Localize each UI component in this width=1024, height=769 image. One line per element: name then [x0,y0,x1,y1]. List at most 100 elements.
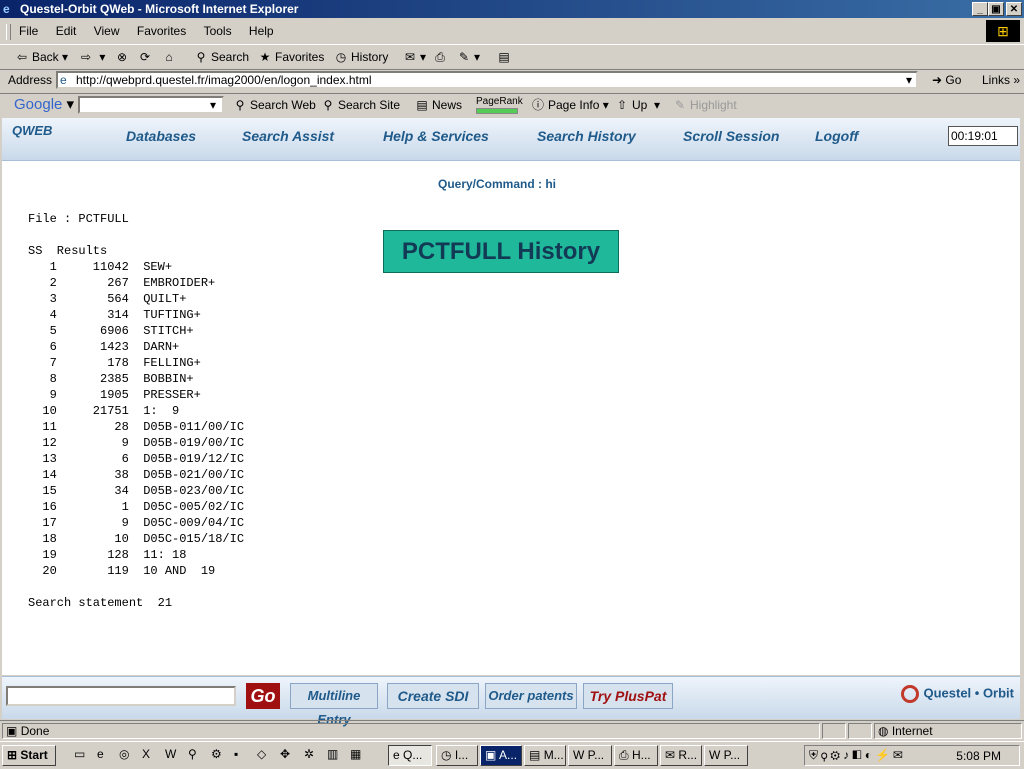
quicklaunch-word-icon[interactable]: W [165,747,176,761]
result-row: 5 6906 STITCH+ [28,324,194,338]
windows-flag-icon: ⊞ [7,748,18,762]
order-patents-button[interactable]: Order patents [485,683,577,709]
result-row: 13 6 D05B-019/12/IC [28,452,245,466]
up-button[interactable]: ⇧ Up ▾ [614,96,660,114]
status-pane-1 [822,723,846,739]
quicklaunch-search-icon[interactable]: ⚲ [188,747,197,761]
favorites-button[interactable]: ★ Favorites [257,48,325,66]
file-label: File : PCTFULL [28,212,129,226]
quicklaunch-gear-icon[interactable]: ⚙ [211,747,222,761]
google-search-input[interactable] [78,96,224,114]
address-dropdown-icon[interactable]: ▾ [906,73,912,87]
refresh-button[interactable]: ⟳ [137,48,155,66]
menu-tools[interactable]: Tools [197,22,239,40]
google-search-dropdown-icon[interactable]: ▾ [210,98,216,112]
status-bar: ▣ Done ◍ Internet [0,720,1024,741]
try-pluspat-button[interactable]: Try PlusPat [583,683,673,709]
task-item-6[interactable]: ⎙ H... [614,745,658,766]
nav-databases[interactable]: Databases [126,128,196,144]
qweb-logo[interactable]: QWEB [12,123,52,138]
quicklaunch-excel-icon[interactable]: X [142,747,150,761]
info-icon: ⓘ [531,98,544,112]
search-statement: Search statement 21 [28,596,173,610]
edit-button[interactable]: ✎ ▾ [456,48,480,66]
status-text-pane: ▣ Done [2,723,820,739]
quicklaunch-books-icon[interactable]: ▥ [327,747,338,761]
nav-search-assist[interactable]: Search Assist [242,128,334,144]
home-button[interactable]: ⌂ [161,48,179,66]
taskbar: ⊞ Start ▭ e ◎ X W ⚲ ⚙ ▪ ◇ ✥ ✲ ▥ ▦ e Q...… [0,741,1024,769]
menu-view[interactable]: View [87,22,127,40]
quicklaunch-network-icon[interactable]: ✥ [280,747,290,761]
task-item-4[interactable]: ▤ M... [524,745,566,766]
print-button[interactable]: ⎙ [432,48,450,66]
result-row: 12 9 D05B-019/00/IC [28,436,245,450]
address-input[interactable]: e http://qwebprd.questel.fr/imag2000/en/… [56,71,918,89]
site-search-icon: ⚲ [323,98,333,112]
tray-icons[interactable]: ⛨⚲⚙♪◧◐⚡✉ [809,748,906,763]
qweb-nav-bar: QWEB Databases Search Assist Help & Serv… [2,118,1020,161]
stop-button[interactable]: ⊗ [114,48,132,66]
menu-edit[interactable]: Edit [49,22,84,40]
links-button[interactable]: Links » [982,73,1020,87]
mail-button[interactable]: ✉ ▾ [402,48,426,66]
google-logo-button[interactable]: Google ▾ [14,95,74,113]
menu-bar: File Edit View Favorites Tools Help [0,22,1024,42]
go-button[interactable]: ➜ Go [932,73,961,87]
back-button[interactable]: ⇦ Back ▾ [14,48,68,66]
menu-file[interactable]: File [12,22,45,40]
command-input[interactable] [6,686,236,706]
result-row: 7 178 FELLING+ [28,356,201,370]
address-label: Address [8,73,53,87]
result-row: 3 564 QUILT+ [28,292,187,306]
create-sdi-button[interactable]: Create SDI [387,683,479,709]
quicklaunch-ie-icon[interactable]: e [97,747,104,761]
toolbar-grip [6,24,11,40]
clock[interactable]: 5:08 PM [956,749,1001,763]
maximize-button[interactable]: ▣ [988,2,1004,16]
multiline-entry-button[interactable]: Multiline Entry [290,683,378,727]
menu-help[interactable]: Help [242,22,281,40]
forward-button[interactable]: ⇨ ▾ [78,48,105,66]
window-title: Questel-Orbit QWeb - Microsoft Internet … [20,2,299,16]
standard-toolbar: ⇦ Back ▾ ⇨ ▾ ⊗ ⟳ ⌂ ⚲ Search ★ Favorites ◷ Hi… [0,44,1024,70]
task-item-8[interactable]: W P... [704,745,748,766]
pagerank-indicator: PageRank [476,96,523,114]
stop-icon: ⊗ [116,50,128,64]
quicklaunch-tool-icon[interactable]: ✲ [304,747,314,761]
quicklaunch-cmd-icon[interactable]: ▪ [234,747,238,761]
close-button[interactable]: ✕ [1006,2,1022,16]
page-done-icon: ▣ [6,724,18,738]
history-button[interactable]: ◷ History [333,48,389,66]
task-item-3[interactable]: ▣ A... [480,745,522,766]
minimize-button[interactable]: _ [972,2,988,16]
address-url: http://qwebprd.questel.fr/imag2000/en/lo… [76,73,372,87]
task-questel-ie[interactable]: e Q... [388,745,432,766]
query-command: Query/Command : hi [438,177,557,191]
task-item-7[interactable]: ✉ R... [660,745,702,766]
highlight-button[interactable]: ✎ Highlight [672,96,737,114]
go-arrow-icon: ➜ [932,73,943,87]
command-go-button[interactable]: Go [246,683,280,709]
page-info-button[interactable]: ⓘ Page Info ▾ [530,96,609,114]
nav-search-history[interactable]: Search History [537,128,636,144]
quicklaunch-app-icon[interactable]: ◇ [257,747,266,761]
discuss-button[interactable]: ▤ [496,48,514,66]
search-site-button[interactable]: ⚲ Search Site [320,96,400,114]
search-button[interactable]: ⚲ Search [193,48,249,66]
quicklaunch-media-icon[interactable]: ▦ [350,747,361,761]
quicklaunch-desktop-icon[interactable]: ▭ [74,747,85,761]
news-button[interactable]: ▤ News [414,96,462,114]
questel-ring-icon [901,685,920,703]
results-listing: File : PCTFULL SS Results 1 11042 SEW+ 2… [28,211,244,611]
menu-favorites[interactable]: Favorites [130,22,193,40]
task-item-5[interactable]: W P... [568,745,612,766]
nav-logoff[interactable]: Logoff [815,128,858,144]
result-row: 14 38 D05B-021/00/IC [28,468,245,482]
nav-scroll-session[interactable]: Scroll Session [683,128,779,144]
quicklaunch-outlook-icon[interactable]: ◎ [119,747,129,761]
search-web-button[interactable]: ⚲ Search Web [232,96,316,114]
task-item-2[interactable]: ◷ I... [436,745,478,766]
start-button[interactable]: ⊞ Start [2,745,56,766]
nav-help-services[interactable]: Help & Services [383,128,489,144]
